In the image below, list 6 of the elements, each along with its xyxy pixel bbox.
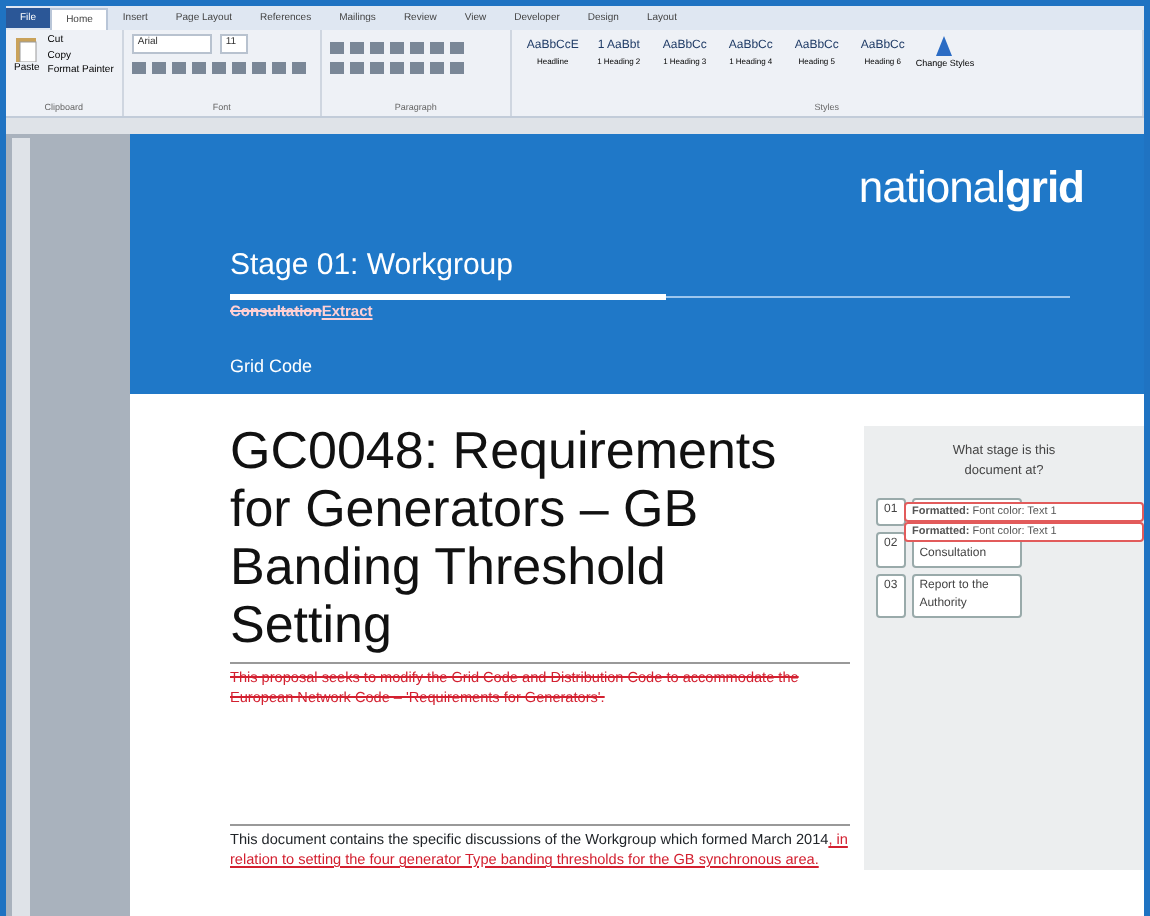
- document-title: GC0048: Requirements for Generators – GB Banding Threshold Setting: [230, 422, 779, 654]
- stage-heading: Stage 01: Workgroup: [230, 246, 515, 286]
- clipboard-icon: [14, 34, 39, 62]
- logo: nationalgrid: [856, 160, 1086, 216]
- document-category: Grid Code: [230, 353, 315, 380]
- styles-icon: [933, 34, 958, 58]
